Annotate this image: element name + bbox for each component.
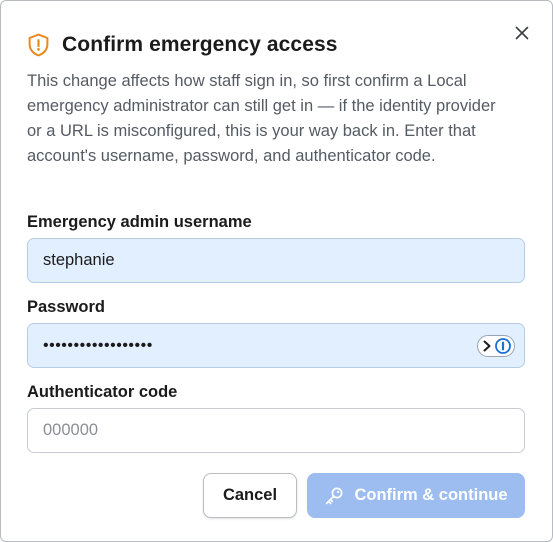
password-value: •••••••••••••••••• <box>43 336 153 354</box>
dialog-description: This change affects how staff sign in, s… <box>27 72 496 165</box>
password-manager-icon[interactable] <box>477 334 515 357</box>
authenticator-code-placeholder: 000000 <box>43 421 99 439</box>
authenticator-code-label: Authenticator code <box>27 383 178 401</box>
username-label: Emergency admin username <box>27 213 252 231</box>
confirm-continue-button[interactable]: Confirm & continue <box>307 473 525 518</box>
authenticator-code-input[interactable]: 000000 <box>27 408 525 453</box>
dialog-header: Confirm emergency access <box>27 33 338 57</box>
emergency-access-dialog: Confirm emergency access This change aff… <box>0 0 553 542</box>
password-label: Password <box>27 298 105 316</box>
username-input[interactable]: stephanie <box>27 238 525 283</box>
dialog-title: Confirm emergency access <box>62 33 338 56</box>
cancel-button[interactable]: Cancel <box>203 473 297 518</box>
shield-alert-icon <box>27 33 50 57</box>
key-icon <box>326 487 343 504</box>
username-value: stephanie <box>43 251 115 269</box>
close-icon <box>515 26 529 40</box>
close-button[interactable] <box>510 21 534 45</box>
password-input[interactable]: •••••••••••••••••• <box>27 323 525 368</box>
confirm-continue-label: Confirm & continue <box>354 486 508 504</box>
